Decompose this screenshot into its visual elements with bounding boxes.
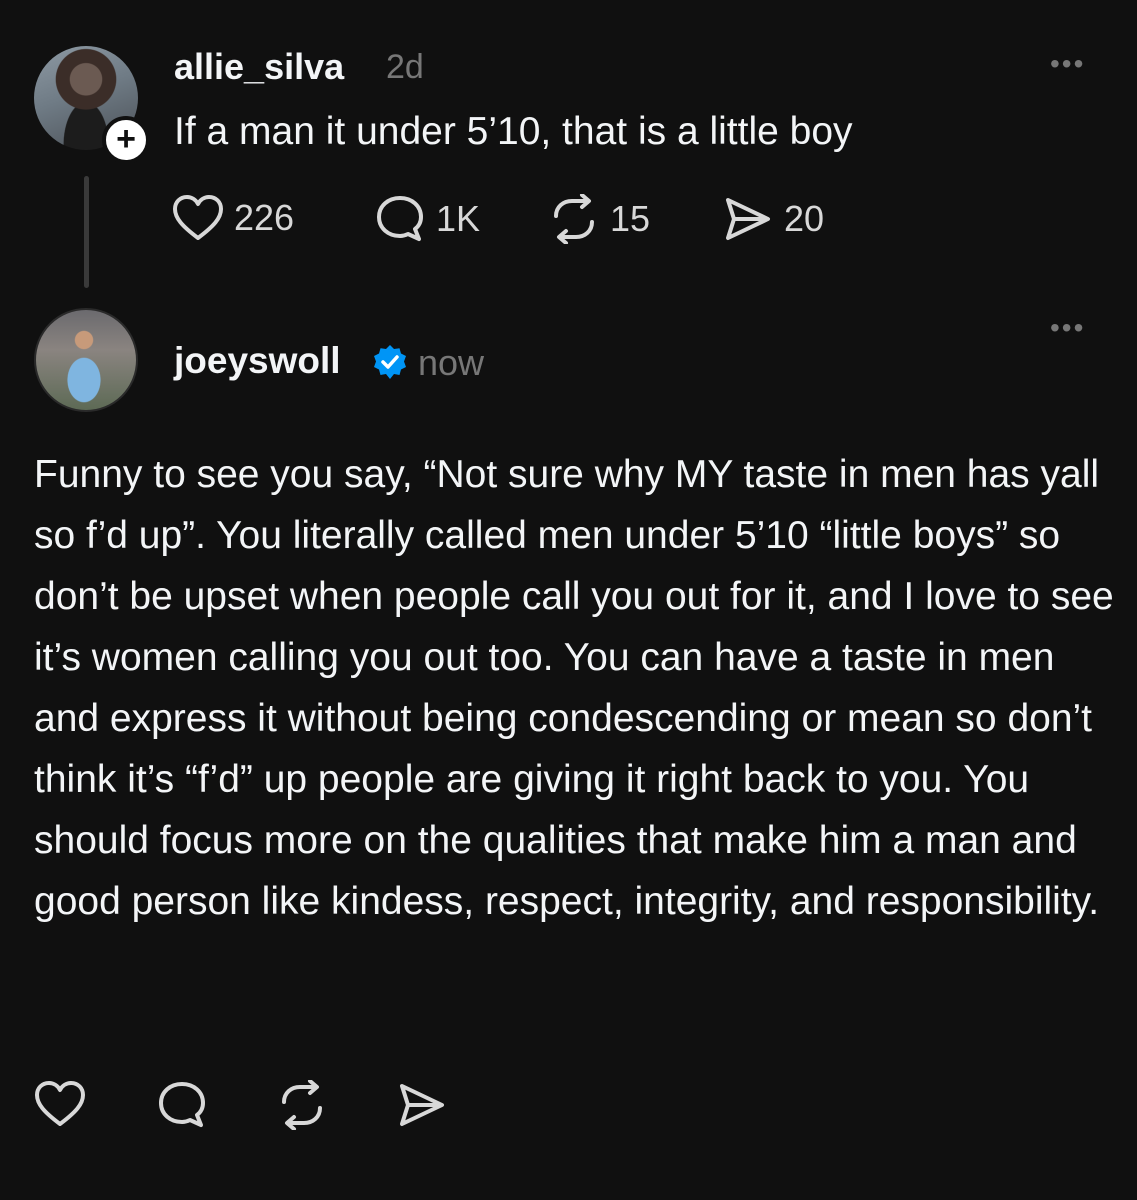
comment-icon xyxy=(377,196,423,241)
more-icon[interactable]: ••• xyxy=(1050,312,1085,344)
comment-icon xyxy=(159,1082,205,1127)
heart-icon xyxy=(173,195,223,240)
thread-line xyxy=(84,176,89,288)
repost-button[interactable]: 15 xyxy=(548,194,650,244)
post-username[interactable]: allie_silva xyxy=(174,46,344,88)
post-username[interactable]: joeyswoll xyxy=(174,340,341,382)
post-timestamp: now xyxy=(418,342,485,383)
more-icon[interactable]: ••• xyxy=(1050,48,1085,80)
like-button[interactable] xyxy=(34,1080,86,1128)
share-button[interactable]: 20 xyxy=(722,194,824,244)
post-text: If a man it under 5’10, that is a little… xyxy=(174,110,853,153)
share-button[interactable] xyxy=(396,1080,448,1130)
like-count: 226 xyxy=(234,197,295,238)
reply-count: 1K xyxy=(436,198,481,239)
repost-icon xyxy=(282,1080,322,1130)
post-timestamp: 2d xyxy=(386,48,424,86)
heart-icon xyxy=(35,1081,85,1126)
repost-icon xyxy=(554,194,594,244)
repost-count: 15 xyxy=(610,198,651,239)
post-text: Funny to see you say, “Not sure why MY t… xyxy=(34,453,1114,923)
reply-button[interactable] xyxy=(156,1080,208,1130)
avatar-joeyswoll[interactable] xyxy=(34,308,138,412)
follow-plus-icon[interactable]: + xyxy=(102,116,150,164)
repost-button[interactable] xyxy=(276,1080,328,1130)
share-icon xyxy=(400,1084,444,1126)
verified-icon xyxy=(374,345,406,379)
like-button[interactable]: 226 xyxy=(172,194,294,242)
reply-button[interactable]: 1K xyxy=(374,194,480,244)
share-count: 20 xyxy=(784,198,825,239)
share-icon xyxy=(726,198,770,240)
